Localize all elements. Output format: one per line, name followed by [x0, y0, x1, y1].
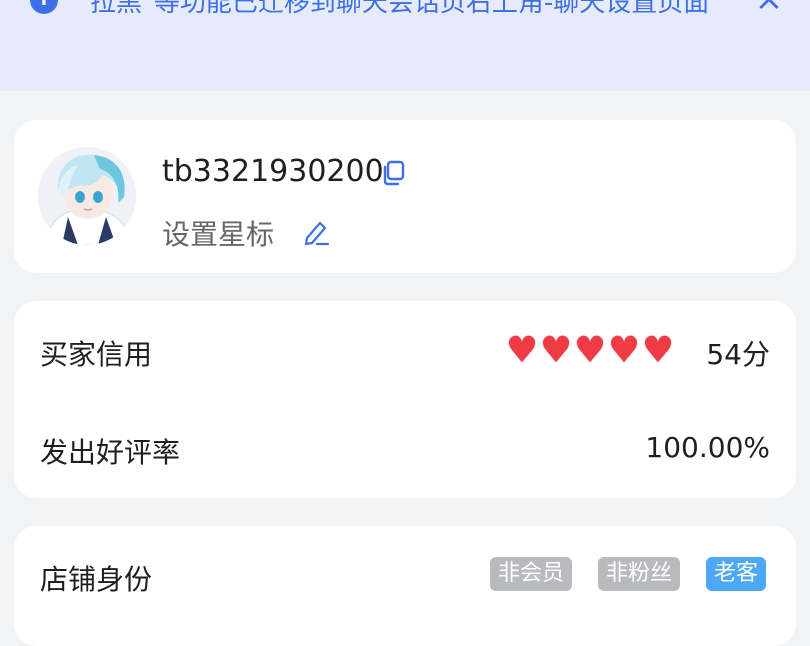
- credit-card: 买家信用 ♥ ♥ ♥ ♥ ♥ 54分 发出好评率 100.00%: [14, 301, 796, 498]
- credit-score: 54分: [706, 338, 770, 371]
- notice-text: "拉黑"等功能已迁移到聊天会话页右上角-聊天设置页面: [78, 0, 710, 18]
- pencil-icon[interactable]: [302, 218, 330, 246]
- tag-non-member: 非会员: [490, 557, 573, 591]
- profile-card: tb3321930200 设置星标: [14, 120, 796, 273]
- tag-returning-customer: 老客: [706, 557, 767, 591]
- shop-identity-card: 店铺身份 非会员 非粉丝 老客: [14, 526, 796, 646]
- tag-non-fan: 非粉丝: [598, 557, 681, 591]
- avatar-illustration: [38, 147, 136, 245]
- positive-rate-label: 发出好评率: [40, 436, 181, 469]
- heart-icon: ♥: [539, 330, 573, 371]
- positive-rate-value: 100.00%: [645, 431, 770, 464]
- notice-banner: i "拉黑"等功能已迁移到聊天会话页右上角-聊天设置页面 ×: [0, 0, 810, 91]
- shop-identity-label: 店铺身份: [40, 563, 153, 596]
- heart-icon: ♥: [607, 330, 641, 371]
- set-star-label[interactable]: 设置星标: [162, 213, 274, 253]
- heart-icon: ♥: [573, 330, 607, 371]
- buyer-credit-label: 买家信用: [40, 338, 153, 371]
- copy-icon[interactable]: [380, 160, 406, 186]
- heart-icon: ♥: [505, 330, 539, 371]
- avatar[interactable]: [38, 147, 136, 245]
- close-icon[interactable]: ×: [752, 0, 786, 16]
- username: tb3321930200: [162, 154, 384, 189]
- info-icon: i: [30, 0, 58, 14]
- heart-icon: ♥: [641, 330, 675, 371]
